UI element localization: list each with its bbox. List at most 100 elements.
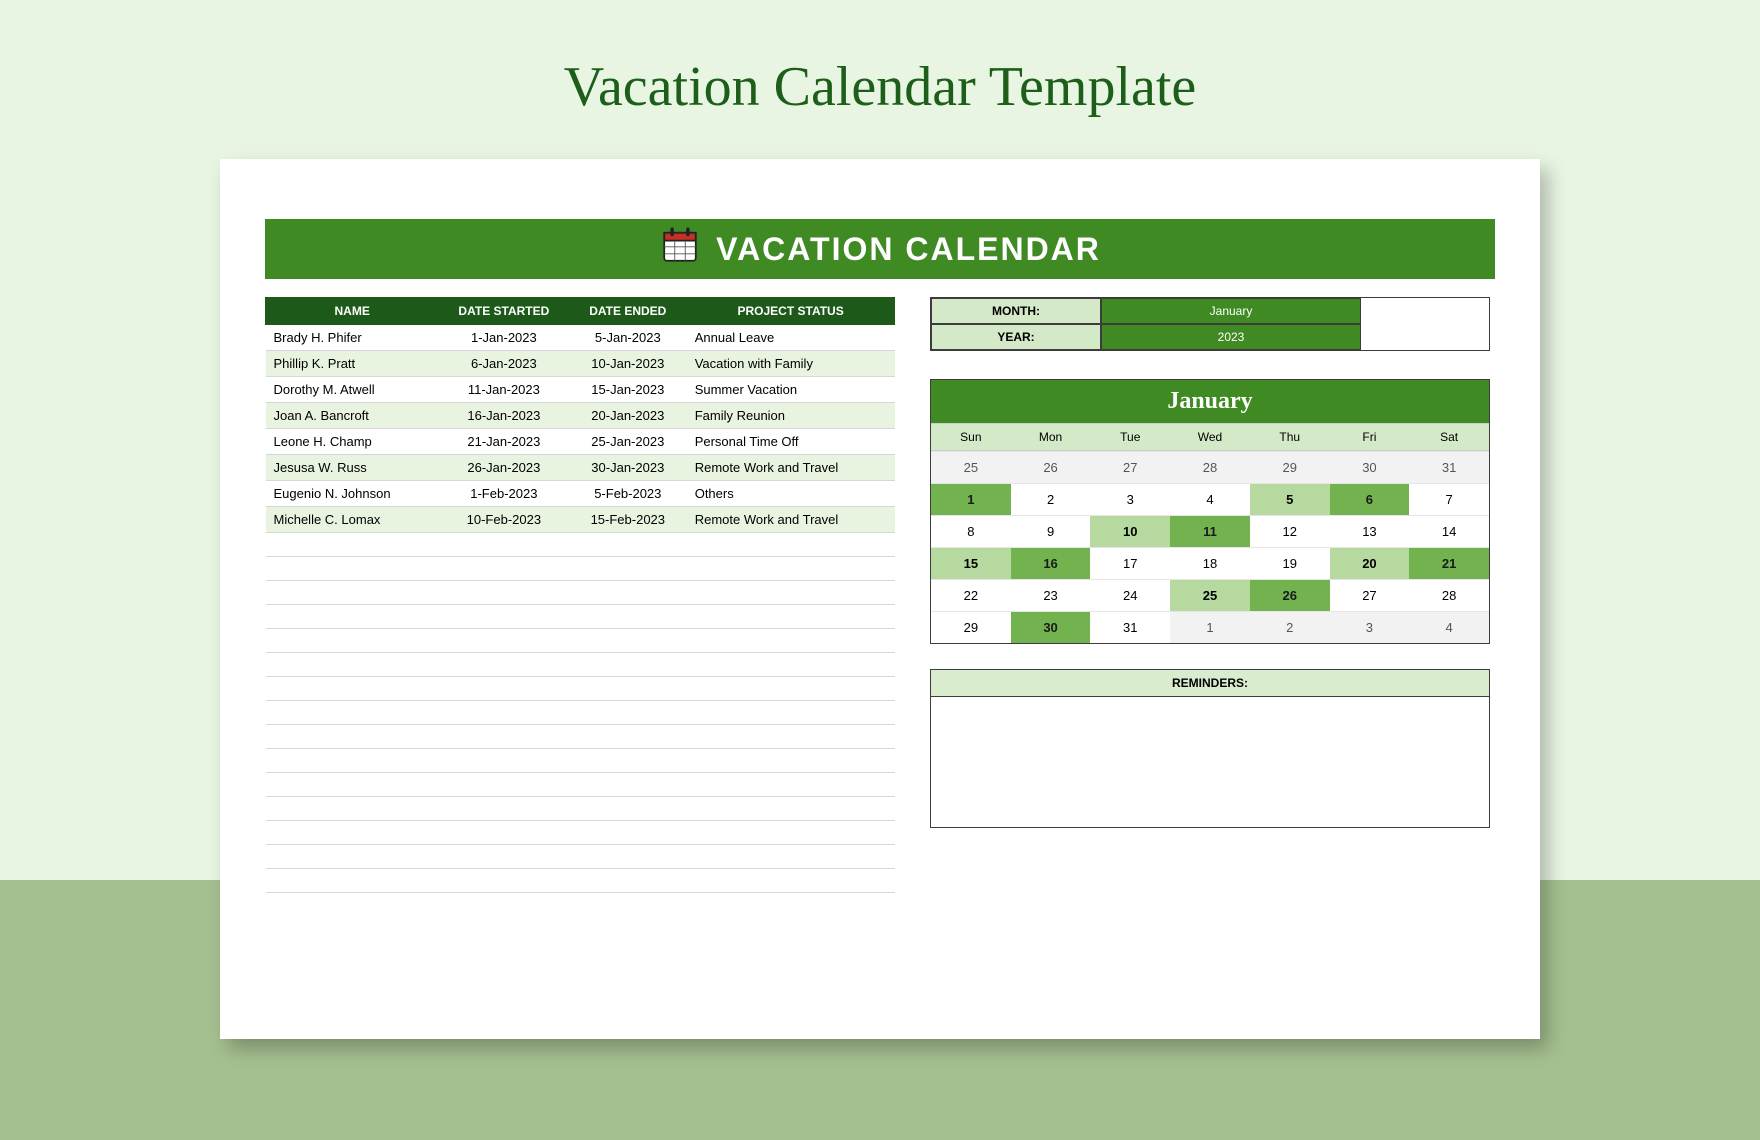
table-cell[interactable] bbox=[266, 725, 439, 749]
table-cell[interactable] bbox=[439, 581, 569, 605]
table-cell[interactable]: 15-Feb-2023 bbox=[569, 507, 687, 533]
table-cell[interactable]: 21-Jan-2023 bbox=[439, 429, 569, 455]
table-cell[interactable]: 5-Jan-2023 bbox=[569, 325, 687, 351]
table-cell[interactable]: Joan A. Bancroft bbox=[266, 403, 439, 429]
calendar-day[interactable]: 20 bbox=[1330, 547, 1410, 579]
table-cell[interactable] bbox=[569, 605, 687, 629]
calendar-day[interactable]: 2 bbox=[1011, 483, 1091, 515]
calendar-day[interactable]: 15 bbox=[931, 547, 1011, 579]
table-cell[interactable] bbox=[569, 797, 687, 821]
calendar-day[interactable]: 26 bbox=[1250, 579, 1330, 611]
table-cell[interactable]: Dorothy M. Atwell bbox=[266, 377, 439, 403]
table-cell[interactable] bbox=[266, 629, 439, 653]
table-cell[interactable] bbox=[266, 557, 439, 581]
calendar-day[interactable]: 17 bbox=[1090, 547, 1170, 579]
table-cell[interactable] bbox=[439, 725, 569, 749]
calendar-day[interactable]: 30 bbox=[1011, 611, 1091, 643]
table-cell[interactable]: 1-Jan-2023 bbox=[439, 325, 569, 351]
table-cell[interactable]: 25-Jan-2023 bbox=[569, 429, 687, 455]
table-cell[interactable] bbox=[439, 533, 569, 557]
table-cell[interactable]: 30-Jan-2023 bbox=[569, 455, 687, 481]
calendar-day[interactable]: 31 bbox=[1409, 451, 1489, 483]
table-cell[interactable] bbox=[266, 797, 439, 821]
table-cell[interactable] bbox=[439, 701, 569, 725]
table-cell[interactable]: 20-Jan-2023 bbox=[569, 403, 687, 429]
month-value[interactable]: January bbox=[1101, 298, 1361, 324]
calendar-day[interactable]: 29 bbox=[931, 611, 1011, 643]
calendar-day[interactable]: 4 bbox=[1170, 483, 1250, 515]
table-cell[interactable] bbox=[266, 773, 439, 797]
table-cell[interactable] bbox=[266, 653, 439, 677]
table-cell[interactable]: Annual Leave bbox=[687, 325, 895, 351]
table-cell[interactable] bbox=[687, 821, 895, 845]
table-cell[interactable] bbox=[266, 581, 439, 605]
table-cell[interactable] bbox=[439, 869, 569, 893]
table-cell[interactable] bbox=[569, 869, 687, 893]
table-cell[interactable] bbox=[266, 605, 439, 629]
table-cell[interactable] bbox=[569, 677, 687, 701]
table-cell[interactable] bbox=[569, 773, 687, 797]
table-cell[interactable]: Brady H. Phifer bbox=[266, 325, 439, 351]
table-cell[interactable]: Jesusa W. Russ bbox=[266, 455, 439, 481]
table-cell[interactable] bbox=[266, 533, 439, 557]
table-cell[interactable] bbox=[439, 797, 569, 821]
year-value[interactable]: 2023 bbox=[1101, 324, 1361, 350]
calendar-day[interactable]: 22 bbox=[931, 579, 1011, 611]
calendar-day[interactable]: 21 bbox=[1409, 547, 1489, 579]
table-cell[interactable] bbox=[266, 869, 439, 893]
calendar-day[interactable]: 31 bbox=[1090, 611, 1170, 643]
calendar-day[interactable]: 4 bbox=[1409, 611, 1489, 643]
calendar-day[interactable]: 8 bbox=[931, 515, 1011, 547]
table-cell[interactable] bbox=[687, 581, 895, 605]
table-cell[interactable]: Remote Work and Travel bbox=[687, 507, 895, 533]
table-cell[interactable] bbox=[687, 557, 895, 581]
table-cell[interactable]: Vacation with Family bbox=[687, 351, 895, 377]
table-cell[interactable] bbox=[687, 605, 895, 629]
table-cell[interactable] bbox=[569, 845, 687, 869]
calendar-day[interactable]: 30 bbox=[1330, 451, 1410, 483]
table-cell[interactable] bbox=[687, 533, 895, 557]
calendar-day[interactable]: 3 bbox=[1330, 611, 1410, 643]
calendar-day[interactable]: 25 bbox=[1170, 579, 1250, 611]
table-cell[interactable] bbox=[569, 821, 687, 845]
calendar-day[interactable]: 29 bbox=[1250, 451, 1330, 483]
table-cell[interactable]: Family Reunion bbox=[687, 403, 895, 429]
calendar-day[interactable]: 6 bbox=[1330, 483, 1410, 515]
calendar-day[interactable]: 24 bbox=[1090, 579, 1170, 611]
table-cell[interactable]: 26-Jan-2023 bbox=[439, 455, 569, 481]
table-cell[interactable]: Eugenio N. Johnson bbox=[266, 481, 439, 507]
calendar-day[interactable]: 18 bbox=[1170, 547, 1250, 579]
calendar-day[interactable]: 27 bbox=[1330, 579, 1410, 611]
table-cell[interactable] bbox=[569, 629, 687, 653]
table-cell[interactable]: 6-Jan-2023 bbox=[439, 351, 569, 377]
table-cell[interactable] bbox=[439, 629, 569, 653]
table-cell[interactable] bbox=[687, 653, 895, 677]
table-cell[interactable] bbox=[569, 725, 687, 749]
calendar-day[interactable]: 11 bbox=[1170, 515, 1250, 547]
calendar-day[interactable]: 7 bbox=[1409, 483, 1489, 515]
table-cell[interactable] bbox=[439, 749, 569, 773]
table-cell[interactable] bbox=[439, 677, 569, 701]
table-cell[interactable] bbox=[569, 653, 687, 677]
table-cell[interactable]: 10-Feb-2023 bbox=[439, 507, 569, 533]
calendar-day[interactable]: 1 bbox=[931, 483, 1011, 515]
calendar-day[interactable]: 10 bbox=[1090, 515, 1170, 547]
table-cell[interactable] bbox=[687, 701, 895, 725]
calendar-day[interactable]: 27 bbox=[1090, 451, 1170, 483]
table-cell[interactable] bbox=[266, 701, 439, 725]
calendar-day[interactable]: 19 bbox=[1250, 547, 1330, 579]
table-cell[interactable]: 11-Jan-2023 bbox=[439, 377, 569, 403]
table-cell[interactable] bbox=[687, 629, 895, 653]
table-cell[interactable] bbox=[569, 581, 687, 605]
table-cell[interactable]: 5-Feb-2023 bbox=[569, 481, 687, 507]
calendar-day[interactable]: 26 bbox=[1011, 451, 1091, 483]
calendar-day[interactable]: 5 bbox=[1250, 483, 1330, 515]
calendar-day[interactable]: 14 bbox=[1409, 515, 1489, 547]
calendar-day[interactable]: 13 bbox=[1330, 515, 1410, 547]
table-cell[interactable] bbox=[687, 797, 895, 821]
table-cell[interactable] bbox=[687, 677, 895, 701]
calendar-day[interactable]: 23 bbox=[1011, 579, 1091, 611]
table-cell[interactable] bbox=[569, 557, 687, 581]
table-cell[interactable] bbox=[687, 845, 895, 869]
table-cell[interactable] bbox=[266, 821, 439, 845]
